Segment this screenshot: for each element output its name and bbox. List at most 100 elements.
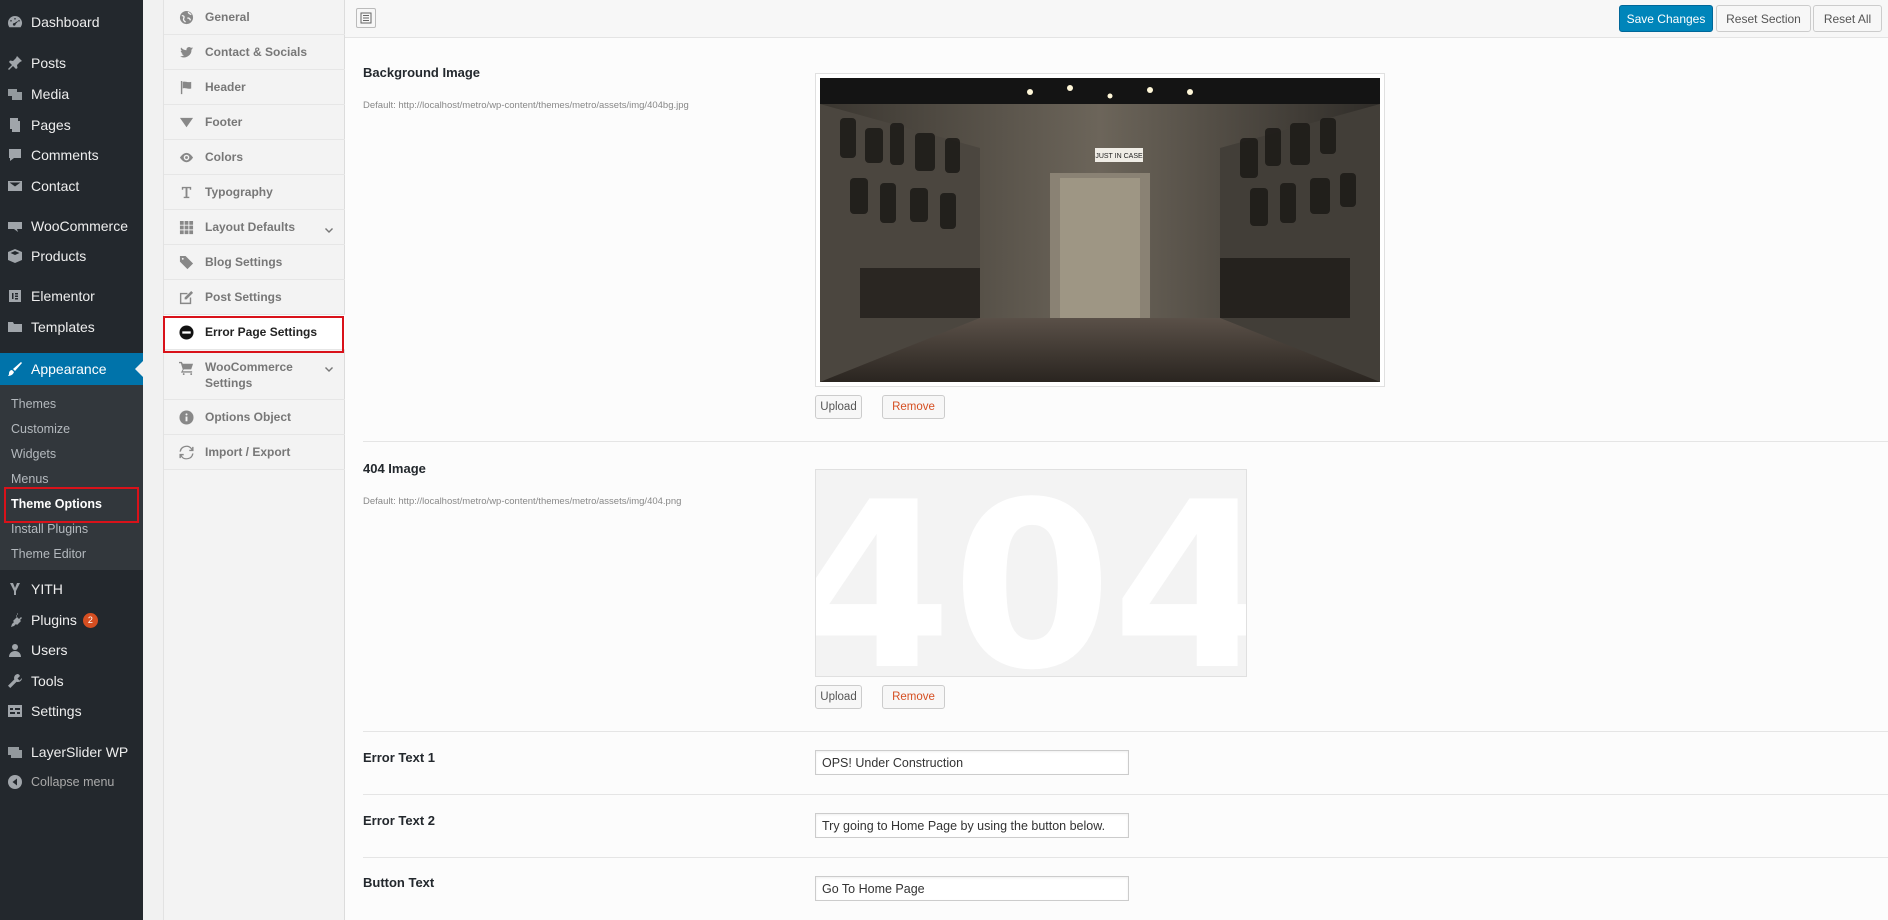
chevron-down-icon bbox=[324, 364, 334, 374]
nav-item-typography[interactable]: Typography bbox=[164, 175, 345, 210]
collapse-menu-button[interactable]: Collapse menu bbox=[0, 767, 143, 797]
field-title-background-image: Background Image bbox=[363, 65, 481, 80]
404-image-preview: 404 bbox=[815, 469, 1247, 677]
submenu-item-theme-editor[interactable]: Theme Editor bbox=[11, 547, 86, 561]
comment-icon bbox=[7, 147, 23, 163]
nav-item-footer[interactable]: Footer bbox=[164, 105, 345, 140]
theme-options-highlight bbox=[4, 487, 139, 523]
field-title-button-text: Button Text bbox=[363, 875, 435, 890]
collapse-icon bbox=[7, 774, 23, 790]
submenu-item-menus[interactable]: Menus bbox=[11, 472, 49, 486]
shop-interior-image: JUST IN CASE bbox=[820, 78, 1380, 382]
grid-icon bbox=[178, 219, 194, 235]
nav-item-colors[interactable]: Colors bbox=[164, 140, 345, 175]
sidebar-item-products[interactable]: Products bbox=[0, 241, 143, 271]
layers-icon bbox=[7, 744, 23, 760]
cart-icon bbox=[178, 359, 194, 375]
options-toolbar: Save Changes Reset Section Reset All bbox=[345, 0, 1888, 38]
sidebar-item-tools[interactable]: Tools bbox=[0, 666, 143, 696]
sidebar-item-label: Media bbox=[31, 86, 70, 102]
sidebar-item-label: Users bbox=[31, 642, 68, 658]
sidebar-item-label: Posts bbox=[31, 55, 67, 71]
sidebar-item-label: YITH bbox=[31, 581, 63, 597]
info-icon bbox=[178, 409, 194, 425]
options-panel-nav: General Contact & Socials Header Footer … bbox=[163, 0, 345, 920]
plugins-update-badge: 2 bbox=[82, 612, 98, 628]
sidebar-item-label: Products bbox=[31, 248, 87, 264]
sidebar-item-label: Appearance bbox=[31, 361, 107, 377]
nav-item-import-export[interactable]: Import / Export bbox=[164, 435, 345, 470]
nav-item-layout-defaults[interactable]: Layout Defaults bbox=[164, 210, 345, 245]
nav-item-post-settings[interactable]: Post Settings bbox=[164, 280, 345, 315]
sidebar-item-contact[interactable]: Contact bbox=[0, 171, 143, 201]
sidebar-item-elementor[interactable]: Elementor bbox=[0, 281, 143, 311]
field-desc-background-image: Default: http://localhost/metro/wp-conte… bbox=[363, 100, 689, 111]
sidebar-item-settings[interactable]: Settings bbox=[0, 696, 143, 726]
chevron-down-icon bbox=[324, 225, 334, 235]
nav-item-contact-socials[interactable]: Contact & Socials bbox=[164, 35, 345, 70]
404-image-upload-button[interactable]: Upload bbox=[815, 685, 862, 709]
svg-text:404: 404 bbox=[816, 470, 1247, 677]
sidebar-item-yith[interactable]: YITH bbox=[0, 574, 143, 604]
woocommerce-icon bbox=[7, 218, 23, 234]
nav-item-woocommerce-settings[interactable]: WooCommerce Settings bbox=[164, 350, 345, 400]
button-text-input[interactable] bbox=[815, 876, 1129, 901]
shop-sign-text: JUST IN CASE bbox=[1095, 153, 1143, 160]
nav-item-options-object[interactable]: Options Object bbox=[164, 400, 345, 435]
submenu-item-install-plugins[interactable]: Install Plugins bbox=[11, 522, 88, 536]
sidebar-item-media[interactable]: Media bbox=[0, 79, 143, 109]
save-changes-button[interactable]: Save Changes bbox=[1619, 5, 1713, 32]
sidebar-item-label: Contact bbox=[31, 178, 80, 194]
background-image-remove-button[interactable]: Remove bbox=[882, 395, 945, 419]
error-text-1-input[interactable] bbox=[815, 750, 1129, 775]
yith-icon bbox=[7, 581, 23, 597]
refresh-icon bbox=[178, 444, 194, 460]
sidebar-item-label: Plugins bbox=[31, 612, 77, 628]
field-title-error-text-2: Error Text 2 bbox=[363, 813, 436, 828]
sidebar-item-woocommerce[interactable]: WooCommerce bbox=[0, 211, 143, 241]
submenu-item-themes[interactable]: Themes bbox=[11, 397, 56, 411]
sidebar-item-layerslider[interactable]: LayerSlider WP bbox=[0, 737, 143, 767]
admin-sidebar: Dashboard Posts Media Pages Comments Con… bbox=[0, 0, 143, 920]
sidebar-item-users[interactable]: Users bbox=[0, 635, 143, 665]
user-icon bbox=[7, 642, 23, 658]
sidebar-item-comments[interactable]: Comments bbox=[0, 140, 143, 170]
reset-all-button[interactable]: Reset All bbox=[1813, 5, 1882, 32]
nav-item-general[interactable]: General bbox=[164, 0, 345, 35]
sidebar-item-label: Pages bbox=[31, 117, 71, 133]
brush-icon bbox=[7, 361, 23, 377]
sidebar-item-label: WooCommerce bbox=[31, 218, 128, 234]
sidebar-item-label: Templates bbox=[31, 319, 95, 335]
dashboard-icon bbox=[7, 14, 23, 30]
globe-icon bbox=[178, 9, 194, 25]
sidebar-item-label: Comments bbox=[31, 147, 99, 163]
sidebar-item-appearance[interactable]: Appearance bbox=[0, 353, 143, 385]
pin-icon bbox=[7, 55, 23, 71]
nav-item-blog-settings[interactable]: Blog Settings bbox=[164, 245, 345, 280]
sidebar-item-label: Settings bbox=[31, 703, 82, 719]
nav-item-header[interactable]: Header bbox=[164, 70, 345, 105]
funnel-icon bbox=[178, 114, 194, 130]
sidebar-item-dashboard[interactable]: Dashboard bbox=[0, 7, 143, 37]
error-text-2-input[interactable] bbox=[815, 813, 1129, 838]
appearance-submenu: Themes Customize Widgets Menus Theme Opt… bbox=[0, 385, 143, 570]
expand-options-button[interactable] bbox=[356, 8, 376, 28]
settings-icon bbox=[7, 703, 23, 719]
edit-icon bbox=[178, 289, 194, 305]
flag-icon bbox=[178, 79, 194, 95]
sidebar-item-posts[interactable]: Posts bbox=[0, 48, 143, 78]
submenu-item-customize[interactable]: Customize bbox=[11, 422, 70, 436]
pages-icon bbox=[7, 117, 23, 133]
reset-section-button[interactable]: Reset Section bbox=[1716, 5, 1811, 32]
sidebar-item-label: Elementor bbox=[31, 288, 95, 304]
elementor-icon bbox=[7, 288, 23, 304]
collapse-menu-label: Collapse menu bbox=[31, 775, 115, 789]
eye-icon bbox=[178, 149, 194, 165]
background-image-upload-button[interactable]: Upload bbox=[815, 395, 862, 419]
mail-icon bbox=[7, 178, 23, 194]
404-image-remove-button[interactable]: Remove bbox=[882, 685, 945, 709]
sidebar-item-plugins[interactable]: Plugins 2 bbox=[0, 605, 143, 635]
submenu-item-widgets[interactable]: Widgets bbox=[11, 447, 56, 461]
sidebar-item-templates[interactable]: Templates bbox=[0, 312, 143, 342]
sidebar-item-pages[interactable]: Pages bbox=[0, 110, 143, 140]
